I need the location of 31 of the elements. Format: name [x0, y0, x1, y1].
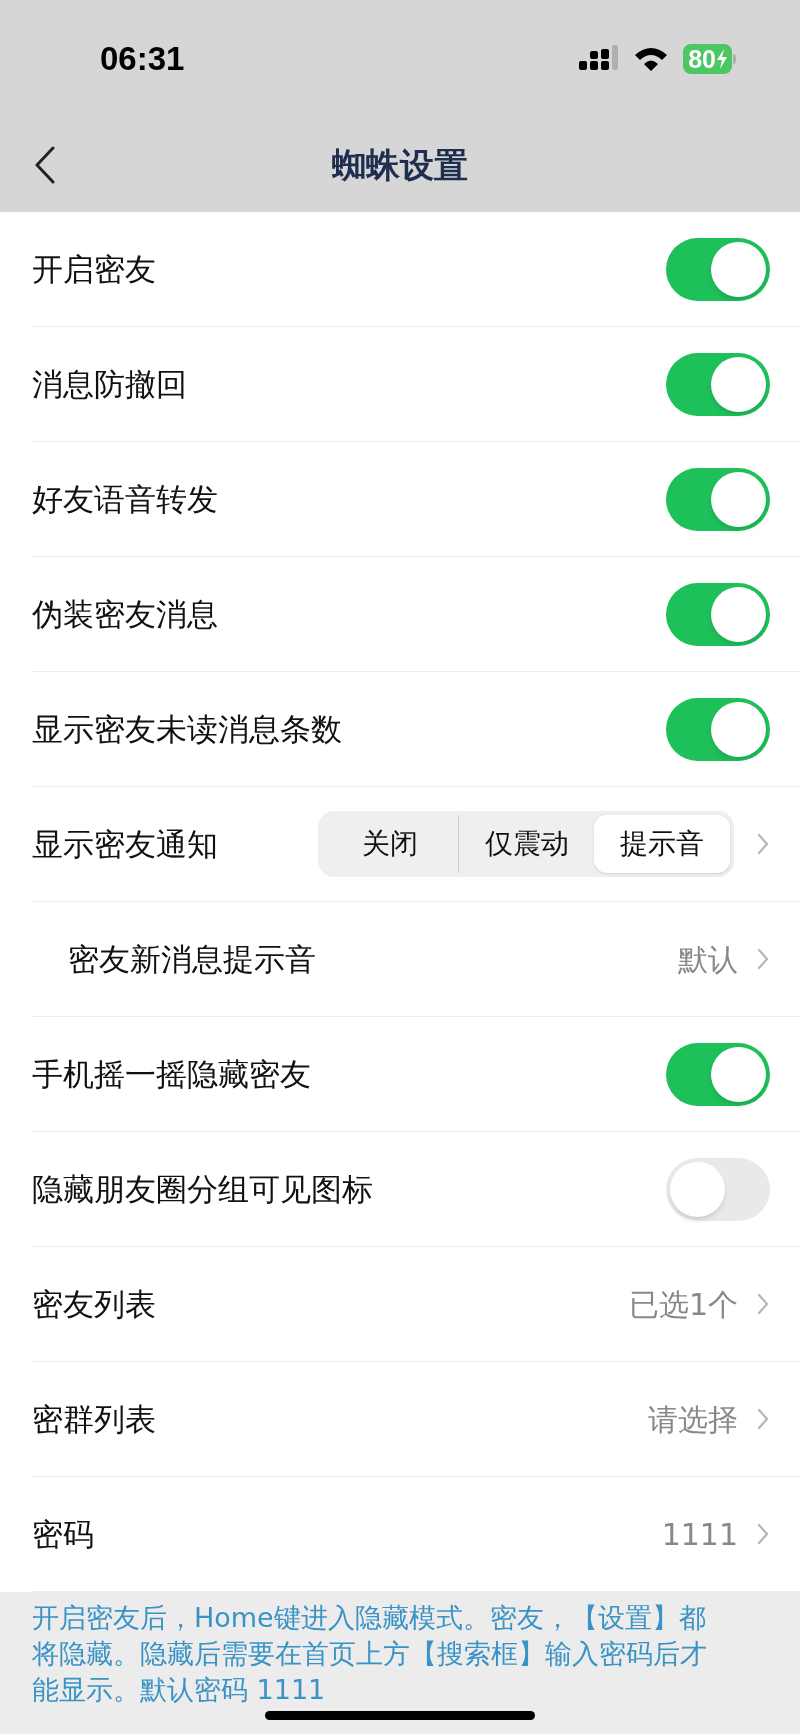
- setting-label: 密码: [32, 1514, 94, 1554]
- chevron-icon: [756, 1522, 770, 1546]
- setting-value: 默认: [678, 940, 738, 979]
- setting-value: 已选1个: [628, 1285, 738, 1324]
- segment-option[interactable]: 关闭: [322, 815, 458, 873]
- setting-label: 显示密友通知: [32, 824, 218, 864]
- status-time: 06:31: [100, 39, 185, 80]
- setting-value: 1111: [661, 1515, 738, 1554]
- signal-icon: [579, 45, 620, 73]
- nav-title: 蜘蛛设置: [332, 143, 468, 187]
- setting-label: 消息防撤回: [32, 364, 187, 404]
- segment-option[interactable]: 仅震动: [458, 815, 595, 873]
- setting-label: 手机摇一摇隐藏密友: [32, 1054, 311, 1094]
- setting-label: 密友新消息提示音: [67, 939, 316, 979]
- chevron-icon: [756, 832, 770, 856]
- chevron-icon: [756, 947, 770, 971]
- wifi-icon: [633, 45, 670, 73]
- segment-option[interactable]: 提示音: [594, 815, 730, 873]
- setting-label: 显示密友未读消息条数: [32, 709, 342, 749]
- back-icon[interactable]: [34, 146, 56, 184]
- setting-label: 伪装密友消息: [32, 594, 218, 634]
- battery-indicator: 80: [683, 44, 736, 74]
- setting-label: 好友语音转发: [32, 479, 218, 519]
- footer-note: 开启密友后，Home键进入隐藏模式。密友，【设置】都将隐藏。隐藏后需要在首页上方【搜索框】输入密码后才能显示。默认密码 1111: [32, 1601, 708, 1707]
- chevron-icon: [756, 1292, 770, 1316]
- chevron-icon: [756, 1407, 770, 1431]
- setting-value: 请选择: [648, 1400, 738, 1439]
- setting-label: 开启密友: [32, 249, 156, 289]
- setting-label: 密友列表: [32, 1284, 156, 1324]
- setting-label: 密群列表: [32, 1399, 156, 1439]
- setting-label: 隐藏朋友圈分组可见图标: [32, 1169, 373, 1209]
